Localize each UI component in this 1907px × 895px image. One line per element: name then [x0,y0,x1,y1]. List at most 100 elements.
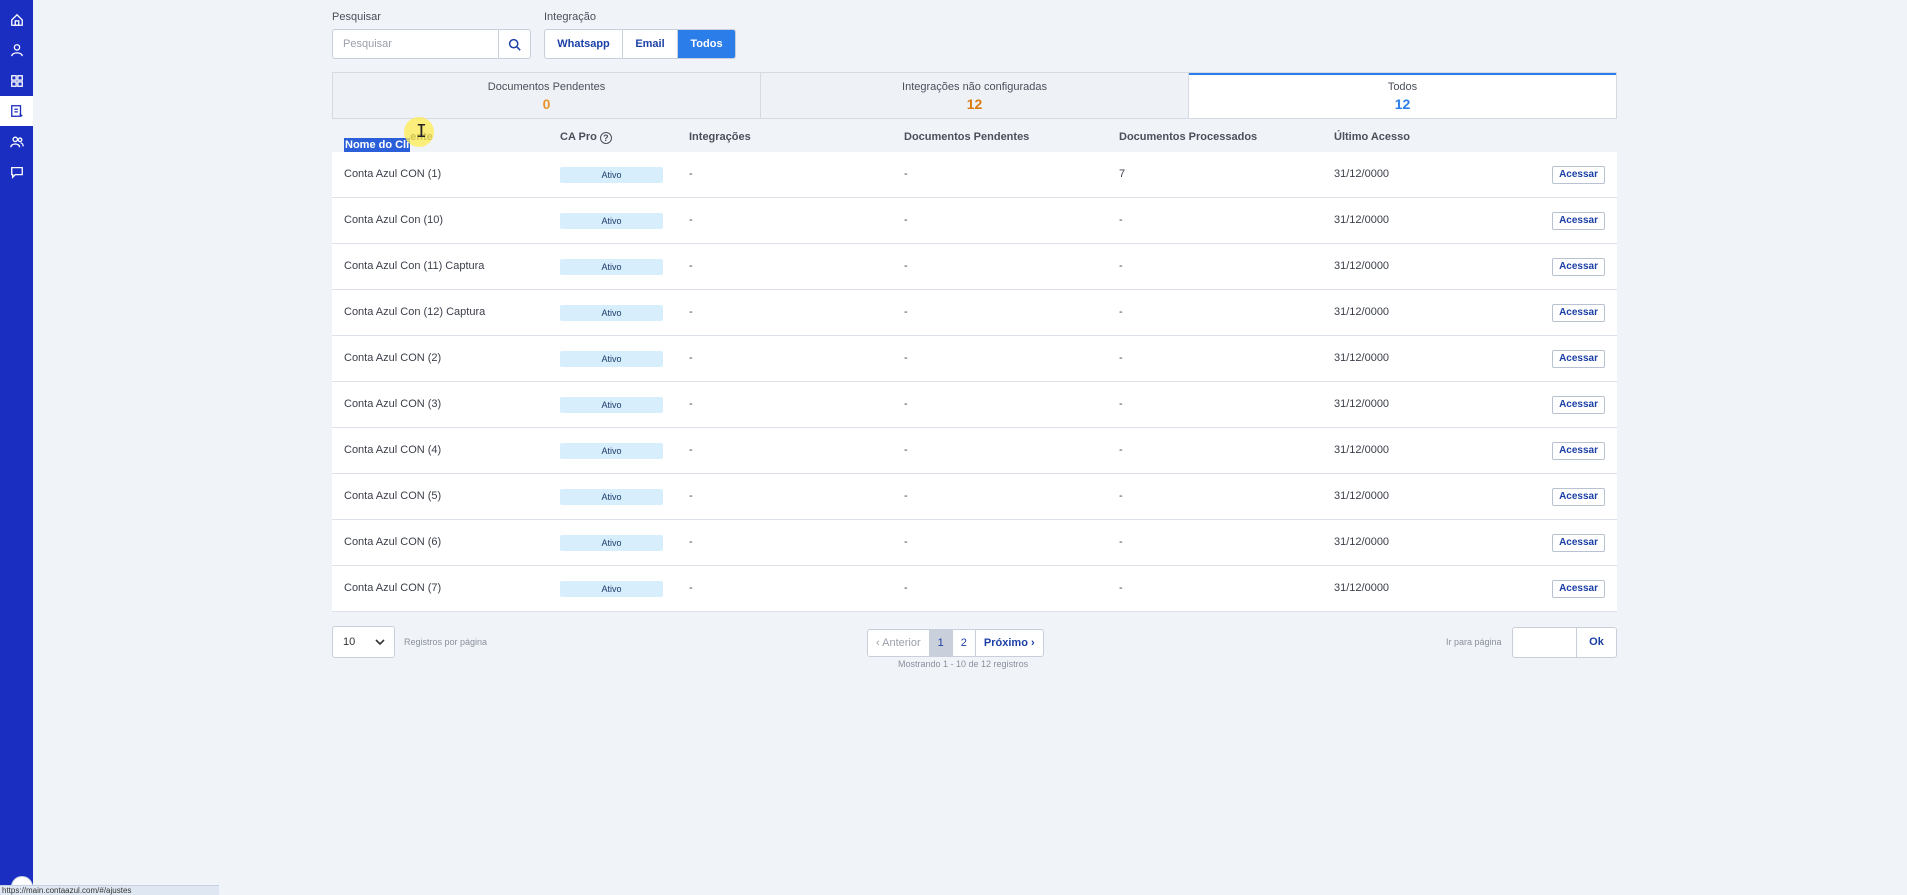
cell-client-name: Conta Azul CON (6) [344,536,442,548]
sidebar-item-grid[interactable] [0,66,33,96]
acessar-button[interactable]: Acessar [1552,488,1605,506]
sidebar-item-users[interactable] [0,127,33,157]
sidebar-item-user[interactable] [0,35,33,65]
cell-client-name: Conta Azul CON (3) [344,398,442,410]
status-badge: Ativo [560,259,663,275]
integration-filter: Whatsapp Email Todos [544,29,736,59]
next-page-button[interactable]: Próximo › [976,630,1043,656]
cell-client-name: Conta Azul CON (4) [344,444,442,456]
user-icon [10,44,23,57]
cell-ultimo-acesso: 31/12/0000 [1334,444,1390,456]
status-badge: Ativo [560,581,663,597]
acessar-button[interactable]: Acessar [1552,258,1605,276]
pagination: ‹ Anterior 1 2 Próximo › [867,629,1044,657]
cell-client-name: Conta Azul CON (1) [344,168,442,180]
cell-integracoes: - [689,444,693,456]
page-button-1[interactable]: 1 [929,630,953,656]
acessar-button[interactable]: Acessar [1552,396,1605,414]
sidebar [0,0,33,895]
goto-page-ok-button[interactable]: Ok [1576,627,1617,658]
tab-todos[interactable]: Todos 12 [1189,73,1616,118]
acessar-button[interactable]: Acessar [1552,442,1605,460]
per-page-value: 10 [343,636,356,648]
home-icon [10,13,23,26]
page-button-2[interactable]: 2 [953,630,976,656]
cell-documentos-processados: - [1119,536,1123,548]
chat-icon [10,166,23,179]
integration-option-email[interactable]: Email [623,30,678,58]
table-row: Conta Azul CON (4) - - - 31/12/0000 Ativo Aces… [332,428,1617,474]
cell-ultimo-acesso: 31/12/0000 [1334,168,1390,180]
status-badge: Ativo [560,397,663,413]
acessar-button[interactable]: Acessar [1552,304,1605,322]
integration-label: Integração [544,11,596,23]
acessar-button[interactable]: Acessar [1552,580,1605,598]
table-row: Conta Azul CON (3) - - - 31/12/0000 Ativo Aces… [332,382,1617,428]
header-documentos-pendentes: Documentos Pendentes [904,131,1030,143]
acessar-button[interactable]: Acessar [1552,212,1605,230]
browser-status-bar: https://main.contaazul.com/#/ajustes [0,885,219,895]
status-badge: Ativo [560,351,663,367]
header-documentos-processados: Documentos Processados [1119,131,1258,143]
cell-documentos-processados: - [1119,352,1123,364]
cell-integracoes: - [689,352,693,364]
cell-ultimo-acesso: 31/12/0000 [1334,490,1390,502]
per-page-select[interactable]: 10 [332,626,395,658]
cell-documentos-pendentes: - [904,260,908,272]
cell-client-name: Conta Azul Con (12) Captura [344,306,486,318]
tab-title: Integrações não configuradas [902,81,1047,93]
tab-integracoes-nao-configuradas[interactable]: Integrações não configuradas 12 [761,73,1189,118]
status-badge: Ativo [560,167,663,183]
prev-page-label: Anterior [882,637,921,649]
table-row: Conta Azul CON (6) - - - 31/12/0000 Ativo Aces… [332,520,1617,566]
cell-documentos-pendentes: - [904,490,908,502]
users-icon [9,136,24,148]
search-icon [508,38,521,51]
cell-documentos-processados: 7 [1119,168,1126,180]
acessar-button[interactable]: Acessar [1552,166,1605,184]
cell-integracoes: - [689,306,693,318]
sidebar-item-home[interactable] [0,5,33,35]
cell-ultimo-acesso: 31/12/0000 [1334,398,1390,410]
search-box [332,29,531,59]
table-row: Conta Azul CON (1) - - 7 31/12/0000 Ativo Aces… [332,152,1617,198]
cell-documentos-processados: - [1119,260,1123,272]
cell-ultimo-acesso: 31/12/0000 [1334,214,1390,226]
cell-client-name: Conta Azul CON (7) [344,582,442,594]
integration-option-whatsapp[interactable]: Whatsapp [545,30,623,58]
cell-integracoes: - [689,260,693,272]
sidebar-item-chat[interactable] [0,157,33,187]
cell-ultimo-acesso: 31/12/0000 [1334,306,1390,318]
document-list-icon [10,105,23,117]
tab-documentos-pendentes[interactable]: Documentos Pendentes 0 [333,73,761,118]
help-icon[interactable]: ? [599,132,612,144]
cell-client-name: Conta Azul CON (2) [344,352,442,364]
cell-documentos-processados: - [1119,306,1123,318]
integration-option-todos[interactable]: Todos [678,30,735,58]
cell-client-name: Conta Azul Con (10) [344,214,444,226]
table-row: Conta Azul Con (10) - - - 31/12/0000 Ativo Ace… [332,198,1617,244]
tab-count: 0 [542,96,551,112]
cell-documentos-pendentes: - [904,398,908,410]
sidebar-item-documents[interactable] [0,96,33,126]
grid-icon [10,75,23,87]
per-page-label: Registros por página [404,637,488,647]
cell-documentos-pendentes: - [904,536,908,548]
cell-documentos-pendentes: - [904,214,908,226]
cell-ultimo-acesso: 31/12/0000 [1334,582,1390,594]
cell-integracoes: - [689,536,693,548]
status-badge: Ativo [560,489,663,505]
status-badge: Ativo [560,535,663,551]
next-page-label: Próximo [983,637,1028,649]
prev-page-button[interactable]: ‹ Anterior [868,630,930,656]
acessar-button[interactable]: Acessar [1552,350,1605,368]
header-ca-pro: CA Pro? [560,122,612,152]
search-button[interactable] [498,30,530,58]
acessar-button[interactable]: Acessar [1552,534,1605,552]
cell-documentos-processados: - [1119,582,1123,594]
table-row: Conta Azul CON (7) - - - 31/12/0000 Ativo Aces… [332,566,1617,612]
table-row: Conta Azul Con (11) Captura - - - 31/12/0000… [332,244,1617,290]
goto-page-input[interactable] [1512,627,1576,658]
search-input[interactable] [333,30,498,58]
cell-documentos-processados: - [1119,490,1123,502]
